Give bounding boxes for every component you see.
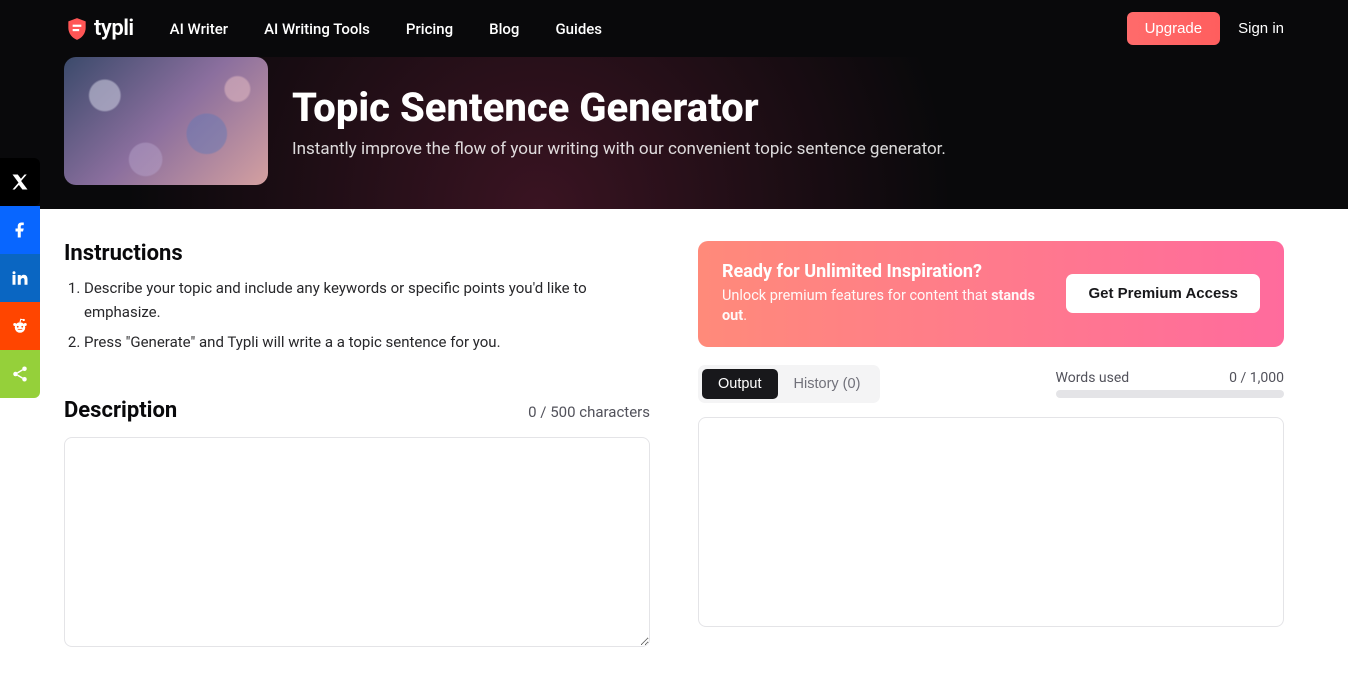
tab-history[interactable]: History (0) (778, 369, 877, 399)
output-header: Output History (0) Words used 0 / 1,000 (698, 365, 1284, 403)
share-linkedin-button[interactable] (0, 254, 40, 302)
get-premium-button[interactable]: Get Premium Access (1066, 274, 1260, 313)
premium-text: Ready for Unlimited Inspiration? Unlock … (722, 261, 1046, 327)
reddit-icon (11, 317, 29, 335)
nav-link-guides[interactable]: Guides (555, 20, 602, 38)
main: Instructions Describe your topic and inc… (0, 209, 1348, 683)
nav-link-ai-writing-tools[interactable]: AI Writing Tools (264, 20, 370, 38)
tab-output[interactable]: Output (702, 369, 778, 399)
share-reddit-button[interactable] (0, 302, 40, 350)
instructions-heading: Instructions (64, 241, 650, 266)
premium-heading: Ready for Unlimited Inspiration? (722, 261, 1046, 282)
list-item: Press "Generate" and Typli will write a … (84, 330, 650, 354)
signin-button[interactable]: Sign in (1238, 20, 1284, 37)
description-section: Description 0 / 500 characters (64, 398, 650, 651)
page-subtitle: Instantly improve the flow of your writi… (292, 139, 946, 159)
nav-link-blog[interactable]: Blog (489, 20, 519, 38)
page-title: Topic Sentence Generator (292, 84, 946, 131)
nav-right: Upgrade Sign in (1127, 12, 1284, 45)
instructions-list: Describe your topic and include any keyw… (64, 276, 650, 354)
logo[interactable]: typli (64, 16, 134, 42)
instructions-section: Instructions Describe your topic and inc… (64, 241, 650, 354)
logo-text: typli (94, 16, 134, 41)
description-textarea[interactable] (64, 437, 650, 647)
hero-image (64, 57, 268, 185)
linkedin-icon (11, 269, 29, 287)
right-column: Ready for Unlimited Inspiration? Unlock … (698, 241, 1284, 651)
output-tabs: Output History (0) (698, 365, 880, 403)
nav-bar: typli AI Writer AI Writing Tools Pricing… (0, 0, 1348, 57)
description-header: Description 0 / 500 characters (64, 398, 650, 423)
nav-link-ai-writer[interactable]: AI Writer (170, 20, 228, 38)
nav-links: AI Writer AI Writing Tools Pricing Blog … (170, 20, 602, 38)
sharethis-icon (11, 365, 29, 383)
words-used: Words used 0 / 1,000 (1056, 370, 1285, 398)
premium-description: Unlock premium features for content that… (722, 286, 1046, 327)
left-column: Instructions Describe your topic and inc… (64, 241, 650, 651)
header: typli AI Writer AI Writing Tools Pricing… (0, 0, 1348, 209)
logo-icon (64, 16, 90, 42)
nav-left: typli AI Writer AI Writing Tools Pricing… (64, 16, 602, 42)
share-facebook-button[interactable] (0, 206, 40, 254)
words-used-label: Words used (1056, 370, 1130, 386)
description-heading: Description (64, 398, 177, 423)
share-x-button[interactable] (0, 158, 40, 206)
words-used-value: 0 / 1,000 (1229, 370, 1284, 386)
hero: Topic Sentence Generator Instantly impro… (0, 57, 1348, 209)
hero-text: Topic Sentence Generator Instantly impro… (292, 84, 946, 159)
facebook-icon (11, 221, 29, 239)
premium-text-post: . (743, 307, 747, 324)
premium-text-pre: Unlock premium features for content that (722, 287, 991, 304)
words-progress-bar (1056, 390, 1285, 398)
premium-card: Ready for Unlimited Inspiration? Unlock … (698, 241, 1284, 347)
share-sharethis-button[interactable] (0, 350, 40, 398)
nav-link-pricing[interactable]: Pricing (406, 20, 453, 38)
output-section: Output History (0) Words used 0 / 1,000 (698, 365, 1284, 627)
upgrade-button[interactable]: Upgrade (1127, 12, 1221, 45)
output-box (698, 417, 1284, 627)
words-label-row: Words used 0 / 1,000 (1056, 370, 1285, 386)
list-item: Describe your topic and include any keyw… (84, 276, 650, 324)
share-rail (0, 158, 40, 398)
char-count: 0 / 500 characters (528, 403, 650, 421)
hero-inner: Topic Sentence Generator Instantly impro… (64, 57, 1284, 185)
x-icon (11, 173, 29, 191)
